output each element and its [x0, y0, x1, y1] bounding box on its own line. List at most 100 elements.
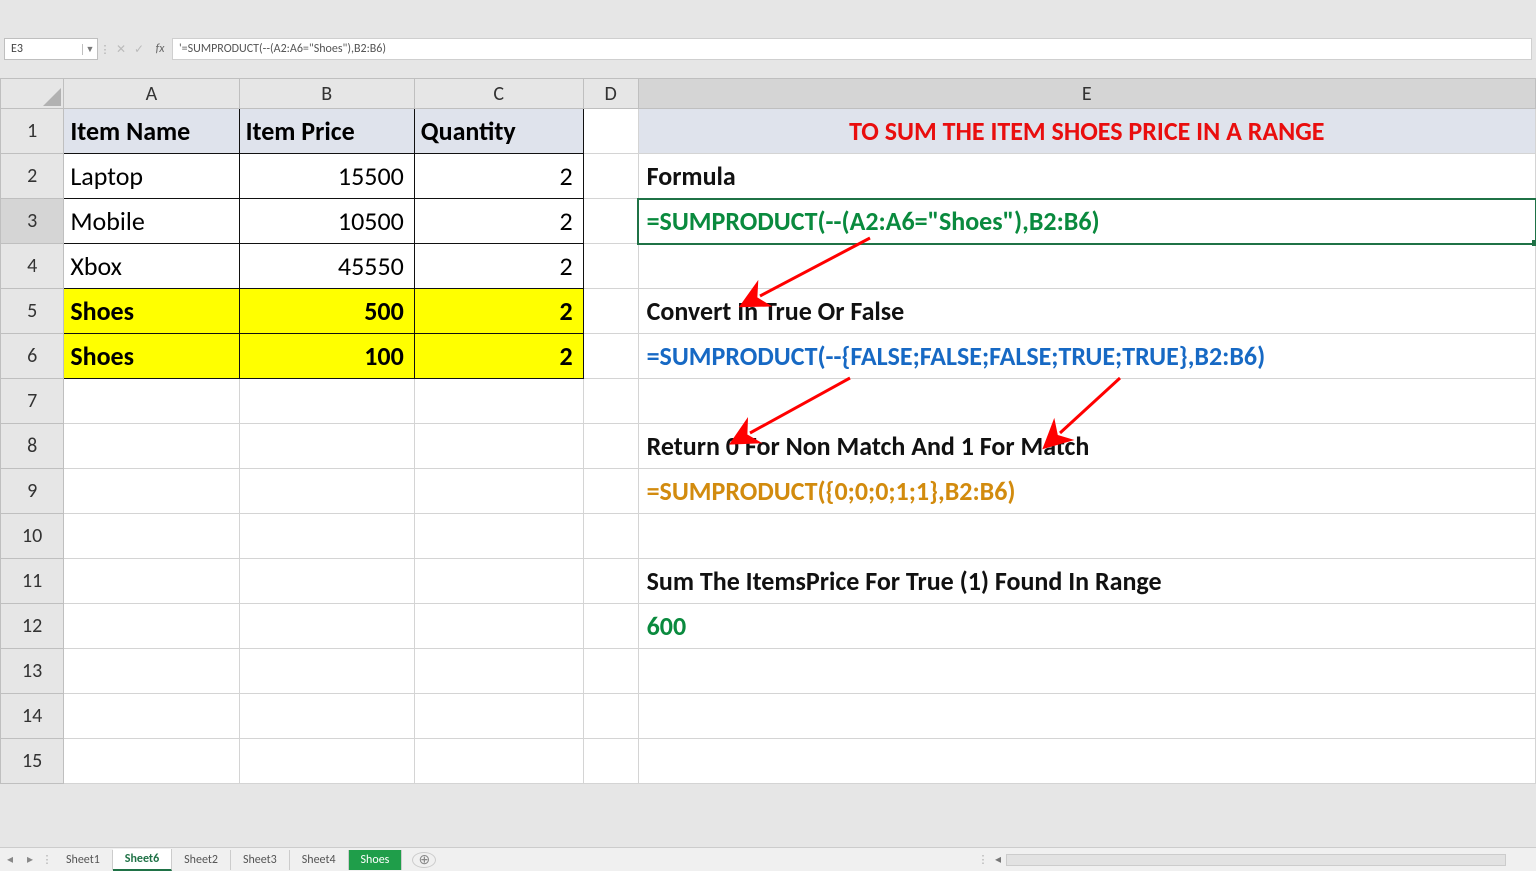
cell-D7[interactable]: [583, 379, 638, 424]
cell-C12[interactable]: [414, 604, 583, 649]
cell-C8[interactable]: [414, 424, 583, 469]
cell-C10[interactable]: [414, 514, 583, 559]
cell-D2[interactable]: [583, 154, 638, 199]
row-header[interactable]: 15: [1, 739, 64, 784]
cell-B1[interactable]: Item Price: [239, 109, 414, 154]
cell-B2[interactable]: 15500: [239, 154, 414, 199]
sheet-tab[interactable]: Sheet3: [231, 850, 290, 870]
cell-A8[interactable]: [64, 424, 239, 469]
add-sheet-icon[interactable]: ⊕: [412, 852, 436, 868]
name-box[interactable]: E3 ▼: [4, 38, 98, 60]
cell-A5[interactable]: Shoes: [64, 289, 239, 334]
cell-C9[interactable]: [414, 469, 583, 514]
scroll-track[interactable]: [1006, 854, 1506, 866]
cell-C1[interactable]: Quantity: [414, 109, 583, 154]
row-header[interactable]: 7: [1, 379, 64, 424]
cell-A4[interactable]: Xbox: [64, 244, 239, 289]
col-header-D[interactable]: D: [583, 79, 638, 109]
cell-C5[interactable]: 2: [414, 289, 583, 334]
cell-E12[interactable]: 600: [638, 604, 1535, 649]
cell-D6[interactable]: [583, 334, 638, 379]
row-header[interactable]: 2: [1, 154, 64, 199]
cell-A11[interactable]: [64, 559, 239, 604]
row-header[interactable]: 8: [1, 424, 64, 469]
formula-input[interactable]: '=SUMPRODUCT(--(A2:A6="Shoes"),B2:B6): [172, 38, 1532, 60]
cell-E3[interactable]: =SUMPRODUCT(--(A2:A6="Shoes"),B2:B6): [638, 199, 1535, 244]
cell-D11[interactable]: [583, 559, 638, 604]
cell-C4[interactable]: 2: [414, 244, 583, 289]
cell-B10[interactable]: [239, 514, 414, 559]
cell-C6[interactable]: 2: [414, 334, 583, 379]
row-header[interactable]: 14: [1, 694, 64, 739]
row-header[interactable]: 12: [1, 604, 64, 649]
cell-B9[interactable]: [239, 469, 414, 514]
tab-nav-next-icon[interactable]: ▸: [20, 852, 40, 867]
cell-E6[interactable]: =SUMPRODUCT(--{FALSE;FALSE;FALSE;TRUE;TR…: [638, 334, 1535, 379]
cell-C2[interactable]: 2: [414, 154, 583, 199]
cell-A9[interactable]: [64, 469, 239, 514]
col-header-A[interactable]: A: [64, 79, 239, 109]
cell-E2[interactable]: Formula: [638, 154, 1535, 199]
row-header[interactable]: 1: [1, 109, 64, 154]
cell-A3[interactable]: Mobile: [64, 199, 239, 244]
cell-C3[interactable]: 2: [414, 199, 583, 244]
horizontal-scrollbar[interactable]: ⋮ ◂: [976, 852, 1506, 867]
accept-formula-icon[interactable]: ✓: [130, 42, 148, 57]
sheet-tab[interactable]: Sheet1: [54, 850, 113, 870]
cell-A7[interactable]: [64, 379, 239, 424]
cell-B3[interactable]: 10500: [239, 199, 414, 244]
cell-A2[interactable]: Laptop: [64, 154, 239, 199]
select-all-corner[interactable]: [1, 79, 64, 109]
cell-B6[interactable]: 100: [239, 334, 414, 379]
spreadsheet-grid[interactable]: A B C D E 1 Item Name Item Price Quantit…: [0, 78, 1536, 784]
cancel-formula-icon[interactable]: ✕: [112, 42, 130, 57]
cell-D5[interactable]: [583, 289, 638, 334]
row-header[interactable]: 5: [1, 289, 64, 334]
cell-E7[interactable]: [638, 379, 1535, 424]
col-header-E[interactable]: E: [638, 79, 1535, 109]
cell-A1[interactable]: Item Name: [64, 109, 239, 154]
cell-D4[interactable]: [583, 244, 638, 289]
scroll-left-icon[interactable]: ◂: [990, 852, 1006, 867]
chevron-down-icon[interactable]: ▼: [82, 44, 97, 55]
cell-D3[interactable]: [583, 199, 638, 244]
sheet-tab[interactable]: Sheet6: [113, 849, 172, 871]
tab-nav-prev-icon[interactable]: ◂: [0, 852, 20, 867]
cell-B5[interactable]: 500: [239, 289, 414, 334]
row-header[interactable]: 6: [1, 334, 64, 379]
row-header[interactable]: 11: [1, 559, 64, 604]
col-header-C[interactable]: C: [414, 79, 583, 109]
cell-E4[interactable]: [638, 244, 1535, 289]
cell-D9[interactable]: [583, 469, 638, 514]
row-header[interactable]: 3: [1, 199, 64, 244]
fx-icon[interactable]: fx: [148, 42, 172, 56]
cell-A10[interactable]: [64, 514, 239, 559]
cell-D12[interactable]: [583, 604, 638, 649]
cell-E5[interactable]: Convert In True Or False: [638, 289, 1535, 334]
cell-B7[interactable]: [239, 379, 414, 424]
cell-E11[interactable]: Sum The ItemsPrice For True (1) Found In…: [638, 559, 1535, 604]
cell-C7[interactable]: [414, 379, 583, 424]
sheet-tab[interactable]: Sheet4: [290, 850, 349, 870]
row-header[interactable]: 13: [1, 649, 64, 694]
cell-E10[interactable]: [638, 514, 1535, 559]
cell-E8[interactable]: Return 0 For Non Match And 1 For Match: [638, 424, 1535, 469]
cell-A6[interactable]: Shoes: [64, 334, 239, 379]
cell-B4[interactable]: 45550: [239, 244, 414, 289]
cell-E1[interactable]: TO SUM THE ITEM SHOES PRICE IN A RANGE: [638, 109, 1535, 154]
cell-C11[interactable]: [414, 559, 583, 604]
cell-D10[interactable]: [583, 514, 638, 559]
cell-D1[interactable]: [583, 109, 638, 154]
row-header[interactable]: 4: [1, 244, 64, 289]
col-header-B[interactable]: B: [239, 79, 414, 109]
cell-B8[interactable]: [239, 424, 414, 469]
cell-B11[interactable]: [239, 559, 414, 604]
cell-A12[interactable]: [64, 604, 239, 649]
cell-E9[interactable]: =SUMPRODUCT({0;0;0;1;1},B2:B6): [638, 469, 1535, 514]
cell-B12[interactable]: [239, 604, 414, 649]
row-header[interactable]: 9: [1, 469, 64, 514]
sheet-tab[interactable]: Shoes: [349, 850, 403, 870]
row-header[interactable]: 10: [1, 514, 64, 559]
cell-D8[interactable]: [583, 424, 638, 469]
sheet-tab[interactable]: Sheet2: [172, 850, 231, 870]
